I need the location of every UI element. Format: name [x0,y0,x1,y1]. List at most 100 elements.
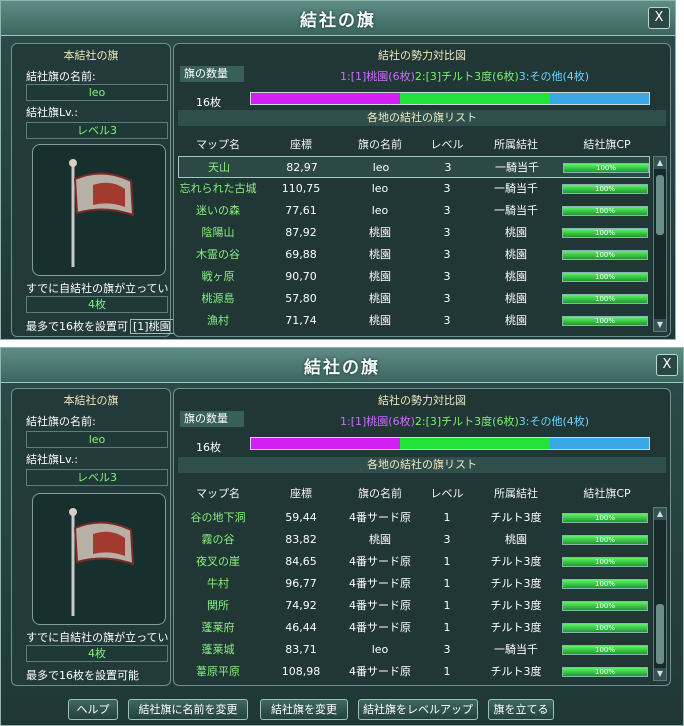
close-button[interactable]: X [648,7,670,29]
scroll-down-arrow-icon[interactable]: ▼ [654,319,666,331]
flag-name-label: 結社旗の名前: [26,70,96,83]
level: 3 [443,270,451,283]
coordinates: 90,70 [285,270,317,283]
cp-bar: 100% [562,228,648,238]
cp-bar: 100% [562,206,648,216]
table-row[interactable]: 蓬莱府 46,44 4番サード原 1 チルト3度 100% [178,617,650,639]
table-row[interactable]: 桃源島 57,80 桃園 3 桃園 100% [178,288,650,310]
ratio-faction-3: 3:その他(4枚) [518,70,590,83]
flag-window-bottom: 結社の旗 X 本結社の旗 結社旗の名前: leo 結社旗Lv.: レベル3 すで… [0,347,684,726]
table-row[interactable]: 木霊の谷 69,88 桃園 3 桃園 100% [178,244,650,266]
table-row[interactable]: 迷いの森 77,61 leo 3 一騎当千 100% [178,200,650,222]
table-row[interactable]: 漁村 71,74 桃園 3 桃園 100% [178,310,650,332]
flag-level-value: レベル3 [26,122,168,139]
flag-name: 4番サード原 [349,511,411,524]
guild-name: 桃園 [505,292,527,305]
coordinates: 57,80 [285,292,317,305]
flag-level-label: 結社旗Lv.: [26,453,78,466]
col-coord: 座標 [290,138,312,151]
flag-count-value: 16枚 [196,441,221,454]
flag-name: 桃園 [369,533,391,546]
own-flag-panel: 本結社の旗 結社旗の名前: leo 結社旗Lv.: レベル3 すでに自結社の旗が… [11,43,174,337]
flag-name: 桃園 [369,314,391,327]
map-name: 木霊の谷 [196,248,240,261]
power-panel: 結社の勢力対比図 旗の数量 1:[1]桃園(6枚)2:[3]チルト3度(6枚)3… [173,388,671,686]
level: 3 [443,182,451,195]
table-row[interactable]: 牛村 96,77 4番サード原 1 チルト3度 100% [178,573,650,595]
window-title: 結社の旗 [300,11,376,31]
map-name: 桃源島 [201,292,235,305]
table-row[interactable]: 谷の地下洞 59,44 4番サード原 1 チルト3度 100% [178,507,650,529]
map-name: 戦ヶ原 [201,270,235,283]
table-row[interactable]: 陰陽山 87,92 桃園 3 桃園 100% [178,222,650,244]
list-scrollbar[interactable]: ▲ ▼ [653,156,667,332]
flag-level-label: 結社旗Lv.: [26,106,78,119]
flag-list-title: 各地の結社の旗リスト [178,457,666,473]
table-row[interactable]: 夜叉の崖 84,65 4番サード原 1 チルト3度 100% [178,551,650,573]
help-button[interactable]: ヘルプ [68,699,118,720]
col-cp: 結社旗CP [583,138,631,151]
table-row[interactable]: 霧の谷 83,82 桃園 3 桃園 100% [178,529,650,551]
rename-flag-button[interactable]: 結社旗に名前を変更 [128,699,248,720]
change-flag-button[interactable]: 結社旗を変更 [260,699,348,720]
table-row[interactable]: 蓬莱城 83,71 leo 3 一騎当千 100% [178,639,650,661]
cp-bar: 100% [562,316,648,326]
list-scrollbar[interactable]: ▲ ▼ [653,507,667,681]
level: 1 [443,599,451,612]
max-flags-text: 最多で16枚を設置可能 [26,669,139,682]
scroll-down-arrow-icon[interactable]: ▼ [654,668,666,680]
table-row[interactable]: 関所 74,92 4番サード原 1 チルト3度 100% [178,595,650,617]
level: 3 [444,161,452,174]
table-row[interactable]: 戦ヶ原 90,70 桃園 3 桃園 100% [178,266,650,288]
scroll-up-arrow-icon[interactable]: ▲ [654,508,666,520]
power-ratio: 1:[1]桃園(6枚)2:[3]チルト3度(6枚)3:その他(4枚) [340,68,589,84]
col-map: マップ名 [196,138,240,151]
raise-flag-button[interactable]: 旗を立てる [488,699,554,720]
close-button[interactable]: X [656,354,678,376]
flag-emblem-icon [69,508,135,616]
ratio-faction-1: 1:[1]桃園(6枚) [340,70,415,83]
col-level: レベル [430,487,464,500]
map-name: 漁村 [207,314,229,327]
scroll-up-arrow-icon[interactable]: ▲ [654,157,666,169]
flag-name: 桃園 [369,292,391,305]
power-heading: 結社の勢力対比図 [378,49,466,62]
ratio-faction-2: 2:[3]チルト3度(6枚) [414,415,519,428]
flag-name: 4番サード原 [349,621,411,634]
coordinates: 96,77 [285,577,317,590]
power-bar-faction-2 [400,438,550,449]
coordinates: 77,61 [285,204,317,217]
flag-name-value: leo [26,431,168,448]
table-row[interactable]: 葦原平原 108,98 4番サード原 1 チルト3度 100% [178,661,650,683]
scroll-thumb[interactable] [656,604,664,664]
title-bar[interactable]: 結社の旗 X [1,348,683,383]
flag-list-header: マップ名 座標 旗の名前 レベル 所属結社 結社旗CP [178,485,650,503]
cp-bar: 100% [562,513,648,523]
level: 1 [443,577,451,590]
table-row[interactable]: 忘れられた古城 110,75 leo 3 一騎当千 100% [178,178,650,200]
map-name: 夜叉の崖 [196,555,240,568]
guild-name: 一騎当千 [494,204,538,217]
level: 3 [443,292,451,305]
map-name: 蓬莱府 [201,621,235,634]
flag-count-label: 旗の数量 [180,66,244,82]
guild-name: 一騎当千 [494,182,538,195]
level: 3 [443,314,451,327]
map-name: 葦原平原 [196,665,240,678]
map-name: 忘れられた古城 [179,182,257,195]
levelup-flag-button[interactable]: 結社旗をレベルアップ [358,699,478,720]
map-name: 霧の谷 [201,533,235,546]
cp-bar: 100% [562,601,648,611]
placed-count: 4枚 [26,296,168,313]
table-row[interactable]: 天山 82,97 leo 3 一騎当千 100% [178,156,650,178]
title-bar[interactable]: 結社の旗 X [1,1,675,36]
level: 3 [443,226,451,239]
guild-name: 桃園 [505,314,527,327]
coordinates: 71,74 [285,314,317,327]
map-name: 天山 [208,161,230,174]
level: 1 [443,511,451,524]
map-name: 迷いの森 [196,204,240,217]
scroll-thumb[interactable] [656,175,664,235]
map-name: 陰陽山 [201,226,235,239]
col-cp: 結社旗CP [583,487,631,500]
